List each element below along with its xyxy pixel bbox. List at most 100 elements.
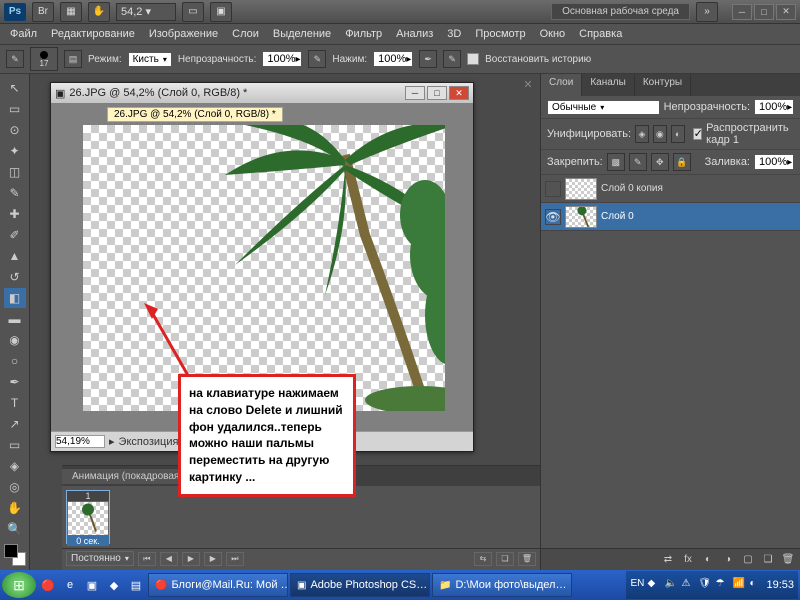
lock-all-icon[interactable]: 🔒	[673, 153, 691, 171]
heal-tool[interactable]: ✚	[4, 204, 26, 224]
blend-mode-select[interactable]: Обычные	[547, 100, 660, 115]
color-swatches[interactable]	[4, 544, 26, 566]
restore-history-checkbox[interactable]	[467, 53, 479, 65]
eraser-preset-icon[interactable]: ✎	[6, 50, 24, 68]
unify-position-icon[interactable]: ◈	[635, 125, 649, 143]
lang-indicator[interactable]: EN	[630, 578, 644, 592]
view-icon[interactable]: ▭	[182, 2, 204, 22]
tab-layers[interactable]: Слои	[541, 74, 582, 96]
brushes-panel-icon[interactable]: ▤	[64, 50, 82, 68]
lock-trans-icon[interactable]: ▩	[607, 153, 625, 171]
doc-close[interactable]: ✕	[449, 86, 469, 100]
layer-name[interactable]: Слой 0	[601, 211, 634, 222]
last-frame-button[interactable]: ⏭	[226, 552, 244, 566]
play-button[interactable]: ▶	[182, 552, 200, 566]
bridge-icon[interactable]: Br	[32, 2, 54, 22]
menu-image[interactable]: Изображение	[143, 26, 224, 42]
lock-pos-icon[interactable]: ✥	[651, 153, 669, 171]
menu-layers[interactable]: Слои	[226, 26, 265, 42]
tray-icon[interactable]: 📶	[732, 578, 746, 592]
zoom-input[interactable]	[55, 435, 105, 448]
quicklaunch-app1[interactable]: ▣	[82, 575, 102, 595]
workspace-selector[interactable]: Основная рабочая среда	[551, 3, 690, 20]
doc-minimize[interactable]: ─	[405, 86, 425, 100]
doc-maximize[interactable]: □	[427, 86, 447, 100]
task-browser[interactable]: 🔴 Блоги@Mail.Ru: Мой …	[148, 573, 288, 597]
repeat-select[interactable]: Постоянно	[66, 551, 134, 566]
delete-frame-button[interactable]: 🗑	[518, 552, 536, 566]
tween-button[interactable]: ⇆	[474, 552, 492, 566]
dodge-tool[interactable]: ○	[4, 351, 26, 371]
tab-paths[interactable]: Контуры	[635, 74, 691, 96]
unify-style-icon[interactable]: ◐	[671, 125, 685, 143]
mode-select[interactable]: Кисть	[128, 52, 172, 67]
start-button[interactable]: ⊞	[2, 572, 36, 598]
flow-input[interactable]: 100%▸	[373, 51, 413, 67]
menu-analysis[interactable]: Анализ	[390, 26, 439, 42]
panel-collapse-icon[interactable]: ✕	[520, 76, 536, 92]
group-icon[interactable]: ▢	[740, 553, 756, 567]
tray-icon[interactable]: 🔈	[664, 578, 678, 592]
brush-tool[interactable]: ✐	[4, 225, 26, 245]
prev-frame-button[interactable]: ◀	[160, 552, 178, 566]
lock-pix-icon[interactable]: ✎	[629, 153, 647, 171]
window-maximize[interactable]: □	[754, 4, 774, 20]
layer-row[interactable]: 👁 Слой 0	[541, 203, 800, 231]
task-explorer[interactable]: 📁 D:\Мои фото\выдел…	[432, 573, 572, 597]
layer-name[interactable]: Слой 0 копия	[601, 183, 663, 194]
gradient-tool[interactable]: ▬	[4, 309, 26, 329]
menu-file[interactable]: Файл	[4, 26, 43, 42]
tray-icon[interactable]: ☂	[715, 578, 729, 592]
next-frame-button[interactable]: ▶	[204, 552, 222, 566]
new-frame-button[interactable]: ❏	[496, 552, 514, 566]
animation-frame[interactable]: 1 0 сек.	[66, 490, 110, 544]
menu-3d[interactable]: 3D	[441, 26, 467, 42]
opacity-input[interactable]: 100%▸	[262, 51, 302, 67]
task-photoshop[interactable]: ▣ Adobe Photoshop CS…	[290, 573, 430, 597]
menu-edit[interactable]: Редактирование	[45, 26, 141, 42]
marquee-tool[interactable]: ▭	[4, 99, 26, 119]
hand-tool[interactable]: ✋	[4, 498, 26, 518]
menu-window[interactable]: Окно	[534, 26, 572, 42]
3d-tool[interactable]: ◈	[4, 456, 26, 476]
menu-help[interactable]: Справка	[573, 26, 628, 42]
fx-icon[interactable]: fx	[680, 553, 696, 567]
3d-camera-tool[interactable]: ◎	[4, 477, 26, 497]
screen-icon[interactable]: ▣	[210, 2, 232, 22]
visibility-toggle[interactable]: 👁	[545, 209, 561, 225]
layer-opacity-input[interactable]: 100%▸	[754, 99, 794, 115]
unify-visibility-icon[interactable]: ◉	[653, 125, 667, 143]
layer-row[interactable]: Слой 0 копия	[541, 175, 800, 203]
stamp-tool[interactable]: ▲	[4, 246, 26, 266]
history-brush-tool[interactable]: ↺	[4, 267, 26, 287]
shape-tool[interactable]: ▭	[4, 435, 26, 455]
propagate-checkbox[interactable]	[693, 128, 702, 140]
window-minimize[interactable]: ─	[732, 4, 752, 20]
document-titlebar[interactable]: ▣ 26.JPG @ 54,2% (Слой 0, RGB/8) * ─ □ ✕	[51, 83, 473, 103]
menu-view[interactable]: Просмотр	[469, 26, 531, 42]
tray-icon[interactable]: ⚠	[681, 578, 695, 592]
tray-icon[interactable]: ◐	[749, 578, 763, 592]
type-tool[interactable]: T	[4, 393, 26, 413]
zoom-level[interactable]: 54,2 ▾	[116, 3, 176, 21]
brush-preview[interactable]: 17	[30, 47, 58, 71]
clock[interactable]: 19:53	[766, 579, 794, 591]
hand-icon[interactable]: ✋	[88, 2, 110, 22]
visibility-toggle[interactable]	[545, 181, 561, 197]
document-canvas[interactable]	[83, 125, 445, 411]
airbrush-icon[interactable]: ✒	[419, 50, 437, 68]
quicklaunch-app3[interactable]: ▤	[126, 575, 146, 595]
grid-icon[interactable]: ▦	[60, 2, 82, 22]
new-layer-icon[interactable]: ❏	[760, 553, 776, 567]
crop-tool[interactable]: ◫	[4, 162, 26, 182]
eraser-tool[interactable]: ◧	[4, 288, 26, 308]
menu-filter[interactable]: Фильтр	[339, 26, 388, 42]
eyedropper-tool[interactable]: ✎	[4, 183, 26, 203]
tray-icon[interactable]: 🛡	[698, 578, 712, 592]
quicklaunch-ie[interactable]: e	[60, 575, 80, 595]
wand-tool[interactable]: ✦	[4, 141, 26, 161]
lasso-tool[interactable]: ⊙	[4, 120, 26, 140]
menu-select[interactable]: Выделение	[267, 26, 337, 42]
tray-icon[interactable]: ◆	[647, 578, 661, 592]
tab-channels[interactable]: Каналы	[582, 74, 635, 96]
